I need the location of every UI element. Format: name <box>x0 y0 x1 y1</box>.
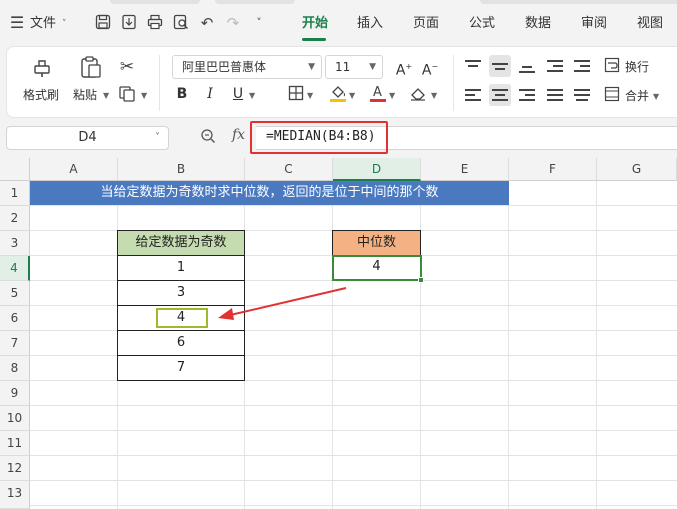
annotation-arrow <box>218 287 347 320</box>
spreadsheet-app: ☰ 文件 ˅ ↶ ↷ ˅ 开始 插入 页面 公式 数据 审阅 视图 格式刷 粘贴… <box>0 0 677 509</box>
